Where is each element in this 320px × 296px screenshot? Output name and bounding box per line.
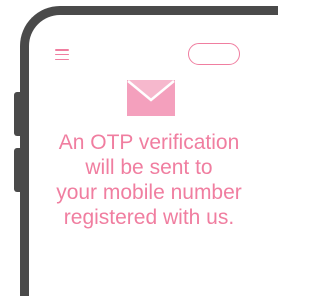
- menu-line: [55, 58, 69, 60]
- menu-line: [55, 49, 69, 51]
- message-line-1: An OTP verification: [58, 131, 240, 154]
- message-line-2: will be sent to: [85, 156, 213, 179]
- otp-message: An OTP verification will be sent to your…: [29, 130, 269, 230]
- message-line-3: your mobile number: [56, 181, 242, 204]
- menu-line: [55, 53, 69, 56]
- header-pill-button[interactable]: [188, 43, 240, 65]
- hamburger-menu-icon[interactable]: [55, 49, 69, 60]
- message-line-4: registered with us.: [63, 206, 235, 229]
- envelope-icon: [127, 80, 175, 116]
